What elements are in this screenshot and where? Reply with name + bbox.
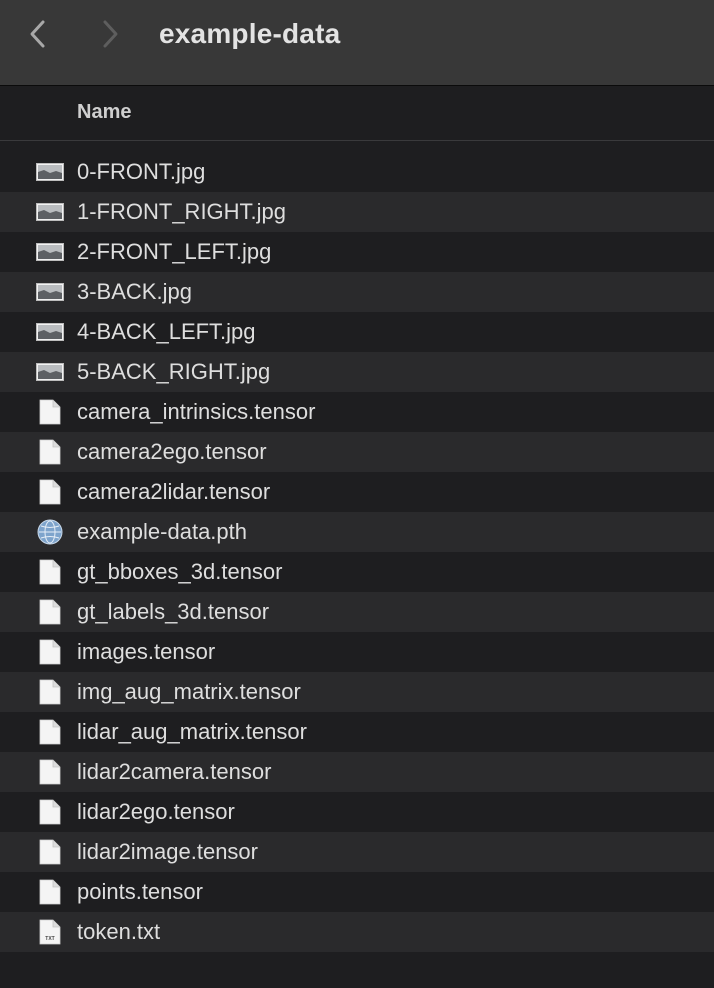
window-title: example-data — [159, 18, 341, 49]
file-name: example-data.pth — [77, 519, 247, 544]
document-icon — [36, 719, 64, 745]
chevron-left-icon — [30, 20, 45, 48]
file-row[interactable]: images.tensor — [0, 632, 714, 672]
file-name: lidar_aug_matrix.tensor — [77, 719, 307, 744]
file-row[interactable]: lidar2image.tensor — [0, 832, 714, 872]
file-row[interactable]: 3-BACK.jpg — [0, 272, 714, 312]
file-row[interactable]: lidar_aug_matrix.tensor — [0, 712, 714, 752]
file-name: 1-FRONT_RIGHT.jpg — [77, 199, 287, 224]
file-name: 2-FRONT_LEFT.jpg — [77, 239, 272, 264]
document-icon — [36, 879, 64, 905]
image-thumbnail-icon — [36, 240, 64, 264]
image-thumbnail-icon — [36, 200, 64, 224]
column-header-name[interactable]: Name — [77, 100, 131, 124]
image-thumbnail-icon — [36, 160, 64, 184]
document-icon — [36, 439, 64, 465]
file-row[interactable]: lidar2ego.tensor — [0, 792, 714, 832]
file-name: lidar2ego.tensor — [77, 799, 235, 824]
document-icon — [36, 759, 64, 785]
file-name: gt_bboxes_3d.tensor — [77, 559, 283, 584]
file-row[interactable]: lidar2camera.tensor — [0, 752, 714, 792]
finder-window: example-data Name 0-FRONT.jpg 1-FRONT_RIG… — [0, 0, 714, 988]
file-row[interactable]: camera2lidar.tensor — [0, 472, 714, 512]
file-name: img_aug_matrix.tensor — [77, 679, 301, 704]
file-name: token.txt — [77, 919, 161, 944]
file-row[interactable]: 5-BACK_RIGHT.jpg — [0, 352, 714, 392]
file-name: 4-BACK_LEFT.jpg — [77, 319, 256, 344]
document-icon — [36, 559, 64, 585]
globe-icon — [36, 519, 64, 545]
file-name: camera2ego.tensor — [77, 439, 267, 464]
file-name: camera_intrinsics.tensor — [77, 399, 316, 424]
file-name: 0-FRONT.jpg — [77, 159, 206, 184]
file-row[interactable]: 1-FRONT_RIGHT.jpg — [0, 192, 714, 232]
chevron-right-icon — [103, 20, 118, 48]
file-row[interactable]: gt_labels_3d.tensor — [0, 592, 714, 632]
file-name: gt_labels_3d.tensor — [77, 599, 270, 624]
document-icon — [36, 599, 64, 625]
document-icon — [36, 679, 64, 705]
file-list: 0-FRONT.jpg 1-FRONT_RIGHT.jpg 2-FRONT_LEFT… — [0, 152, 714, 952]
file-name: lidar2camera.tensor — [77, 759, 272, 784]
forward-button[interactable] — [92, 18, 128, 50]
file-name: lidar2image.tensor — [77, 839, 258, 864]
document-icon — [36, 479, 64, 505]
file-row[interactable]: camera2ego.tensor — [0, 432, 714, 472]
file-row[interactable]: camera_intrinsics.tensor — [0, 392, 714, 432]
list-header: Name — [0, 87, 714, 141]
file-row[interactable]: points.tensor — [0, 872, 714, 912]
file-row[interactable]: 4-BACK_LEFT.jpg — [0, 312, 714, 352]
file-name: camera2lidar.tensor — [77, 479, 271, 504]
file-row[interactable]: 0-FRONT.jpg — [0, 152, 714, 192]
image-thumbnail-icon — [36, 280, 64, 304]
image-thumbnail-icon — [36, 360, 64, 384]
file-name: 3-BACK.jpg — [77, 279, 192, 304]
svg-text:TXT: TXT — [45, 936, 54, 942]
text-file-icon: TXT — [36, 919, 64, 945]
document-icon — [36, 839, 64, 865]
file-name: 5-BACK_RIGHT.jpg — [77, 359, 271, 384]
file-row[interactable]: img_aug_matrix.tensor — [0, 672, 714, 712]
file-row[interactable]: gt_bboxes_3d.tensor — [0, 552, 714, 592]
file-row[interactable]: example-data.pth — [0, 512, 714, 552]
file-name: images.tensor — [77, 639, 216, 664]
file-row[interactable]: TXT token.txt — [0, 912, 714, 952]
image-thumbnail-icon — [36, 320, 64, 344]
file-row[interactable]: 2-FRONT_LEFT.jpg — [0, 232, 714, 272]
file-name: points.tensor — [77, 879, 203, 904]
document-icon — [36, 799, 64, 825]
document-icon — [36, 639, 64, 665]
back-button[interactable] — [20, 18, 56, 50]
document-icon — [36, 399, 64, 425]
toolbar: example-data — [0, 0, 714, 86]
